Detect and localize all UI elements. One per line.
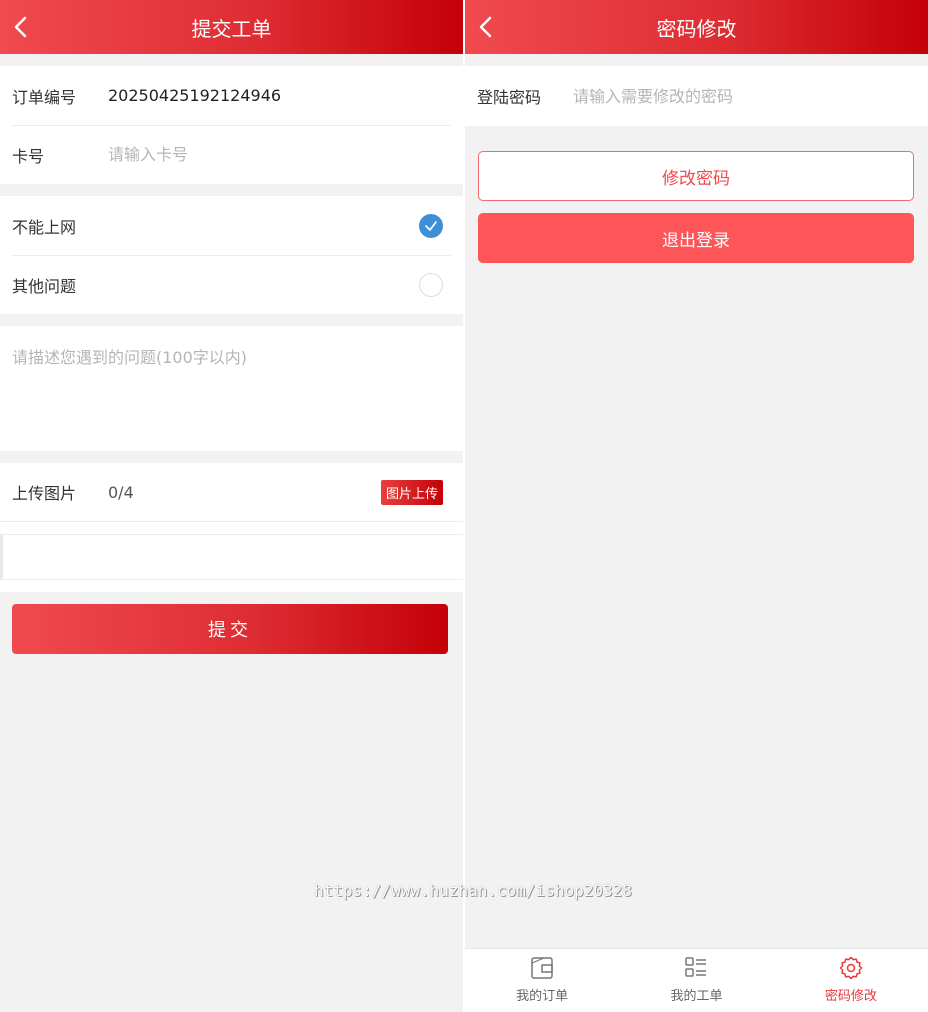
order-info-group: 订单编号 20250425192124946 卡号 <box>0 66 463 184</box>
upload-count: 0/4 <box>108 482 134 502</box>
problem-option-no-internet[interactable]: 不能上网 <box>0 196 463 255</box>
watermark-text: https://www.huzhan.com/ishop20328 <box>314 881 632 900</box>
password-label: 登陆密码 <box>477 88 542 107</box>
page-title: 密码修改 <box>656 16 737 41</box>
tab-label: 密码修改 <box>824 989 877 1004</box>
logout-button[interactable]: 退出登录 <box>478 213 914 263</box>
upload-group: 上传图片 0/4 图片上传 <box>0 463 463 592</box>
change-password-screen: 密码修改 登陆密码 修改密码 退出登录 我的订单 我的工单 密码修改 <box>465 0 928 1012</box>
change-password-button[interactable]: 修改密码 <box>478 151 914 201</box>
order-number-label: 订单编号 <box>12 87 77 107</box>
submit-ticket-screen: 提交工单 订单编号 20250425192124946 卡号 不能上网 其他问题… <box>0 0 463 1012</box>
problem-option-other[interactable]: 其他问题 <box>0 255 463 314</box>
card-number-input[interactable] <box>108 145 451 164</box>
upload-preview-area[interactable] <box>0 534 463 580</box>
tab-my-orders[interactable]: 我的订单 <box>465 949 619 1012</box>
unchecked-circle-icon[interactable] <box>419 272 443 297</box>
problem-option-label: 其他问题 <box>12 276 77 296</box>
upload-image-button[interactable]: 图片上传 <box>380 479 443 505</box>
card-number-label: 卡号 <box>12 146 45 166</box>
header: 提交工单 <box>0 0 463 54</box>
header: 密码修改 <box>465 0 928 54</box>
password-input[interactable] <box>573 86 916 106</box>
wallet-icon <box>531 957 553 979</box>
tab-change-password[interactable]: 密码修改 <box>774 949 928 1012</box>
password-row: 登陆密码 <box>465 66 928 126</box>
problem-type-group: 不能上网 其他问题 <box>0 196 463 314</box>
submit-button[interactable]: 提交 <box>12 604 448 654</box>
tab-label: 我的工单 <box>670 989 723 1004</box>
bottom-tab-bar: 我的订单 我的工单 密码修改 <box>465 948 928 1012</box>
order-number-value: 20250425192124946 <box>108 86 282 105</box>
card-number-row: 卡号 <box>0 125 463 184</box>
tab-my-tickets[interactable]: 我的工单 <box>619 949 773 1012</box>
back-arrow-icon[interactable] <box>10 13 32 41</box>
page-title: 提交工单 <box>191 16 272 41</box>
gear-icon <box>839 956 863 980</box>
upload-label: 上传图片 <box>12 484 77 503</box>
upload-row: 上传图片 0/4 图片上传 <box>0 463 463 522</box>
checked-circle-icon[interactable] <box>419 213 443 238</box>
problem-option-label: 不能上网 <box>12 217 77 237</box>
order-number-row: 订单编号 20250425192124946 <box>0 66 463 125</box>
list-icon <box>685 957 707 977</box>
tab-label: 我的订单 <box>516 989 569 1004</box>
description-box <box>0 326 463 451</box>
back-arrow-icon[interactable] <box>475 13 497 41</box>
description-textarea[interactable] <box>12 344 451 433</box>
